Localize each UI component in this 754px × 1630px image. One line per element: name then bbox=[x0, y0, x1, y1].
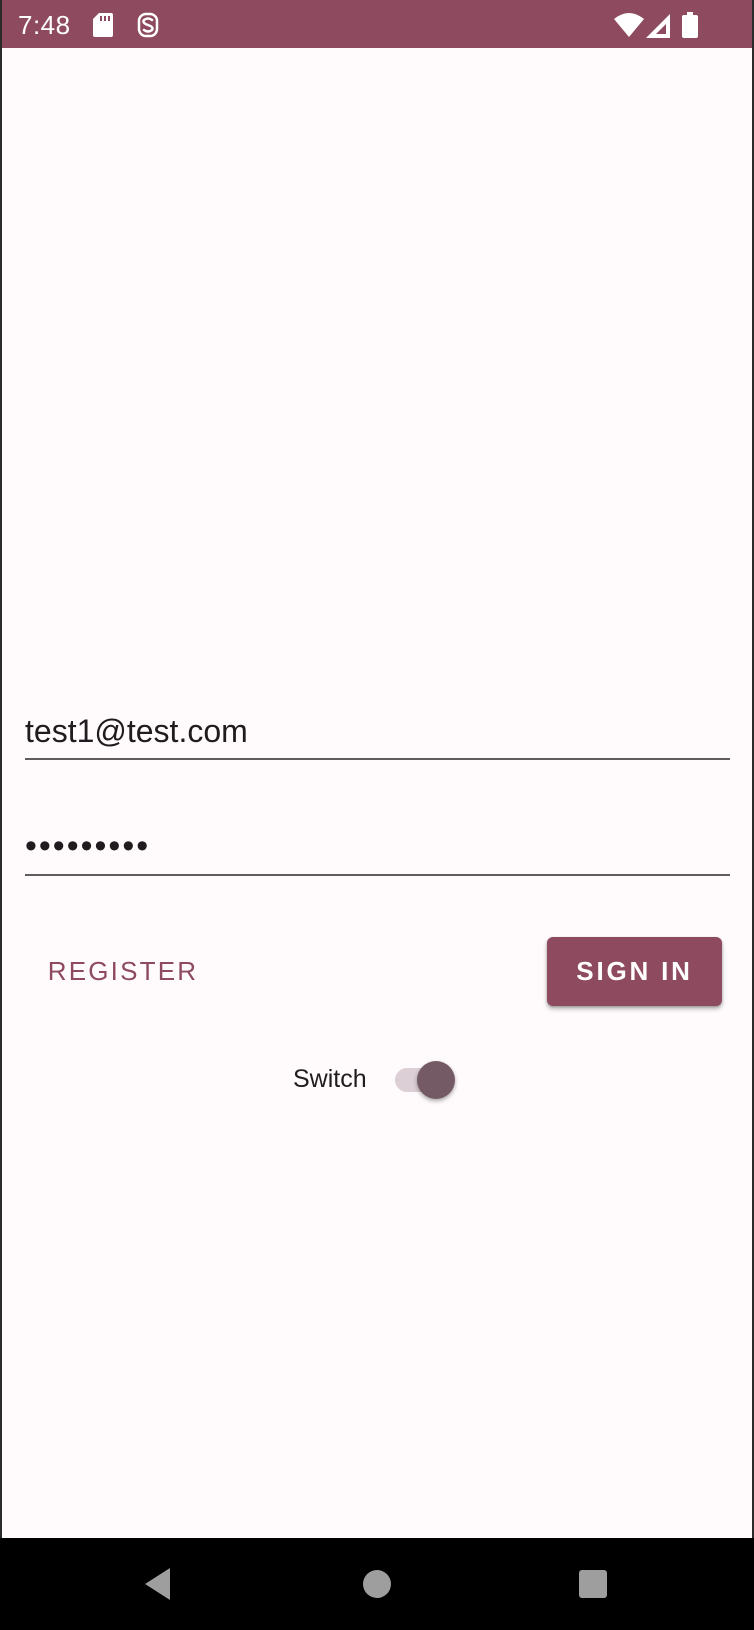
recents-icon[interactable] bbox=[573, 1564, 613, 1604]
sign-in-button[interactable]: SIGN IN bbox=[547, 937, 722, 1006]
register-button[interactable]: REGISTER bbox=[30, 936, 216, 1006]
password-input[interactable] bbox=[25, 827, 730, 866]
frame-border-left bbox=[0, 0, 2, 1538]
app-content: REGISTER SIGN IN Switch bbox=[0, 48, 754, 1538]
signal-icon bbox=[646, 14, 670, 38]
status-bar: 7:48 bbox=[0, 0, 754, 48]
email-field-container bbox=[25, 700, 730, 760]
status-time: 7:48 bbox=[18, 10, 71, 40]
sync-s-icon bbox=[137, 12, 159, 38]
back-icon[interactable] bbox=[140, 1564, 180, 1604]
battery-icon bbox=[682, 12, 698, 38]
switch-label: Switch bbox=[293, 1065, 367, 1093]
switch-thumb[interactable] bbox=[417, 1061, 455, 1099]
home-icon[interactable] bbox=[357, 1564, 397, 1604]
sd-card-icon bbox=[93, 13, 113, 37]
navigation-bar bbox=[0, 1538, 754, 1630]
email-input[interactable] bbox=[25, 713, 730, 750]
switch-row[interactable]: Switch bbox=[280, 1054, 480, 1104]
password-field-container bbox=[25, 816, 730, 876]
wifi-icon bbox=[614, 13, 644, 37]
